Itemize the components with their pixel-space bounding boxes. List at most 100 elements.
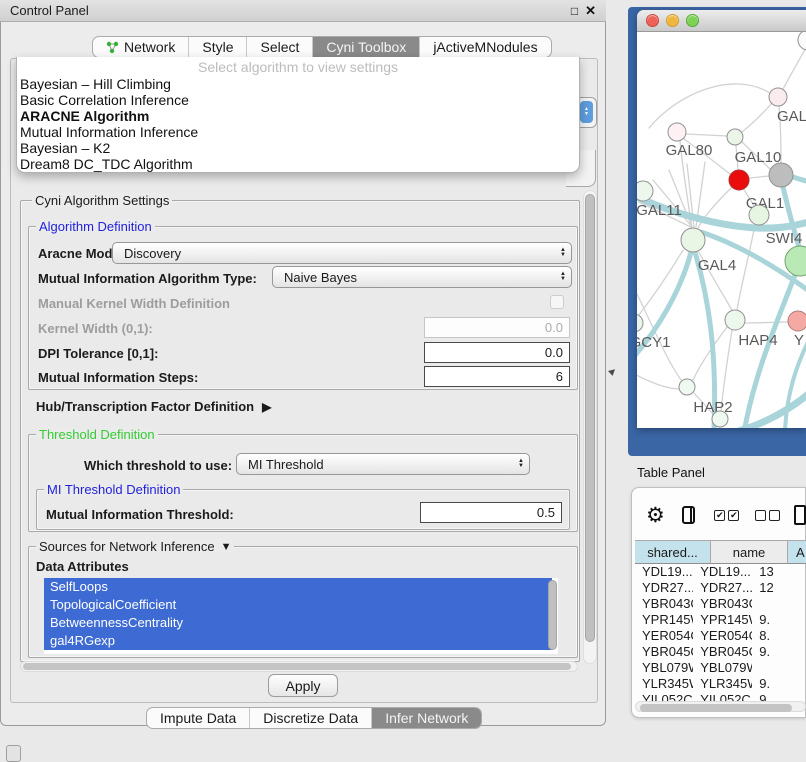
table-row[interactable]: YER054CYER054C8.: [635, 628, 806, 644]
network-node[interactable]: [729, 170, 749, 190]
float-window-icon[interactable]: □: [571, 5, 578, 17]
close-traffic-light-icon[interactable]: [646, 14, 659, 27]
network-node[interactable]: [785, 246, 806, 276]
table-row[interactable]: YLR345WYLR345W9.: [635, 676, 806, 692]
column-header-shared-name[interactable]: shared...: [635, 540, 711, 564]
list-scrollbar-thumb[interactable]: [548, 580, 557, 650]
tab-network[interactable]: Network: [93, 37, 188, 57]
network-node[interactable]: [749, 205, 769, 225]
tab-select[interactable]: Select: [246, 37, 312, 57]
hub-definition-label: Hub/Transcription Factor Definition: [36, 399, 254, 414]
columns-icon[interactable]: [682, 506, 696, 524]
network-node[interactable]: [679, 379, 695, 395]
table-row[interactable]: YBL079WYBL079W: [635, 660, 806, 676]
tab-style[interactable]: Style: [188, 37, 246, 57]
table-row[interactable]: YPR145WYPR145W9.: [635, 612, 806, 628]
network-node[interactable]: [788, 311, 806, 331]
new-column-icon[interactable]: [794, 505, 806, 525]
network-node[interactable]: [637, 181, 653, 201]
network-node[interactable]: [727, 129, 743, 145]
settings-vertical-scrollbar[interactable]: [583, 190, 597, 664]
list-item[interactable]: gal4RGexp: [44, 632, 552, 650]
mi-type-value: Naive Bayes: [284, 270, 357, 285]
deselect-all-icon[interactable]: [755, 510, 780, 521]
network-edge[interactable]: [686, 134, 727, 136]
tab-jactivemnodules[interactable]: jActiveMNodules: [419, 37, 550, 57]
manual-kernel-checkbox[interactable]: [550, 295, 564, 309]
sources-group-header[interactable]: Sources for Network Inference ▼: [36, 539, 234, 554]
column-header-name[interactable]: name: [711, 540, 788, 564]
mi-threshold-field[interactable]: 0.5: [420, 502, 562, 523]
tab-infer-network-label: Infer Network: [385, 710, 468, 726]
cyni-bottom-tabs: Impute Data Discretize Data Infer Networ…: [146, 707, 482, 729]
network-window-titlebar[interactable]: [637, 10, 806, 32]
network-node[interactable]: [725, 310, 745, 330]
control-panel-titlebar[interactable]: Control Panel □ ✕: [0, 0, 606, 22]
table-row[interactable]: YBR043CYBR043C: [635, 596, 806, 612]
table-row[interactable]: YDR27...YDR27...12: [635, 580, 806, 596]
tab-discretize-data-label: Discretize Data: [263, 710, 358, 726]
tab-cyni-toolbox[interactable]: Cyni Toolbox: [312, 37, 419, 57]
apply-button[interactable]: Apply: [268, 674, 338, 697]
dropdown-item[interactable]: Bayesian – K2: [17, 140, 579, 156]
table-row[interactable]: YDL19...YDL19...13: [635, 564, 806, 580]
network-canvas[interactable]: GALGAL80GAL10GAL1GAL11SWI4GAL4GCY1HAP4YH…: [637, 32, 806, 428]
mi-steps-field[interactable]: 6: [424, 366, 570, 387]
list-item[interactable]: SelfLoops: [44, 578, 552, 596]
dropdown-item-selected[interactable]: ARACNE Algorithm: [17, 108, 579, 124]
network-edge[interactable]: [783, 46, 806, 89]
dropdown-item[interactable]: Basic Correlation Inference: [17, 92, 579, 108]
list-item[interactable]: TopologicalCoefficient: [44, 596, 552, 614]
table-toolbar: ⚙ ✔✔: [631, 495, 806, 535]
settings-horizontal-scrollbar[interactable]: [20, 661, 578, 672]
network-edge[interactable]: [749, 176, 769, 178]
hub-definition-expander[interactable]: Hub/Transcription Factor Definition ▶: [36, 399, 271, 414]
network-edge[interactable]: [745, 322, 788, 323]
desktop: Control Panel □ ✕ Network Style Select C…: [0, 0, 806, 762]
collapsed-panel-button[interactable]: [6, 745, 21, 762]
expander-arrow-icon: ▶: [262, 400, 271, 414]
network-node[interactable]: [637, 314, 643, 332]
network-node[interactable]: [769, 163, 793, 187]
mi-type-combo[interactable]: Naive Bayes ▲▼: [272, 266, 572, 288]
network-edge[interactable]: [649, 84, 770, 128]
table-panel-title: Table Panel: [637, 465, 705, 480]
close-window-icon[interactable]: ✕: [585, 4, 596, 17]
which-threshold-combo[interactable]: MI Threshold ▲▼: [236, 453, 530, 475]
network-node[interactable]: [668, 123, 686, 141]
network-edge[interactable]: [793, 177, 806, 184]
dropdown-item[interactable]: Mutual Information Inference: [17, 124, 579, 140]
dpi-tolerance-field[interactable]: 0.0: [424, 342, 570, 363]
dropdown-item[interactable]: Bayesian – Hill Climbing: [17, 76, 579, 92]
network-edge[interactable]: [742, 103, 772, 132]
dropdown-item[interactable]: Dream8 DC_TDC Algorithm: [17, 156, 579, 172]
network-edge[interactable]: [637, 372, 680, 389]
scrollbar-thumb[interactable]: [585, 194, 595, 642]
mi-type-label: Mutual Information Algorithm Type:: [38, 271, 257, 286]
column-header-partial[interactable]: A: [788, 540, 806, 564]
table-row[interactable]: YBR045CYBR045C9.: [635, 644, 806, 660]
select-all-icon[interactable]: ✔✔: [714, 510, 739, 521]
minimize-traffic-light-icon[interactable]: [666, 14, 679, 27]
table-row[interactable]: YIL052CYIL052C9: [635, 692, 806, 701]
list-item[interactable]: BetweennessCentrality: [44, 614, 552, 632]
node-label: HAP4: [738, 332, 777, 349]
gear-icon[interactable]: ⚙: [646, 505, 665, 526]
node-label: GAL80: [666, 142, 713, 159]
network-node[interactable]: [769, 88, 787, 106]
network-node[interactable]: [712, 411, 728, 427]
node-label: GCY1: [637, 334, 670, 351]
network-node[interactable]: [681, 228, 705, 252]
scrollbar-thumb[interactable]: [640, 704, 792, 712]
kernel-width-field[interactable]: 0.0: [424, 317, 570, 338]
network-node[interactable]: [798, 32, 806, 50]
network-edge[interactable]: [737, 225, 755, 310]
tab-impute-data[interactable]: Impute Data: [147, 708, 249, 728]
tab-infer-network[interactable]: Infer Network: [371, 708, 481, 728]
aracne-mode-combo[interactable]: Discovery ▲▼: [112, 242, 572, 264]
table-horizontal-scrollbar[interactable]: [635, 701, 806, 712]
node-label: HAP2: [693, 399, 732, 416]
tab-discretize-data[interactable]: Discretize Data: [249, 708, 371, 728]
zoom-traffic-light-icon[interactable]: [686, 14, 699, 27]
scrollbar-thumb[interactable]: [23, 663, 571, 670]
